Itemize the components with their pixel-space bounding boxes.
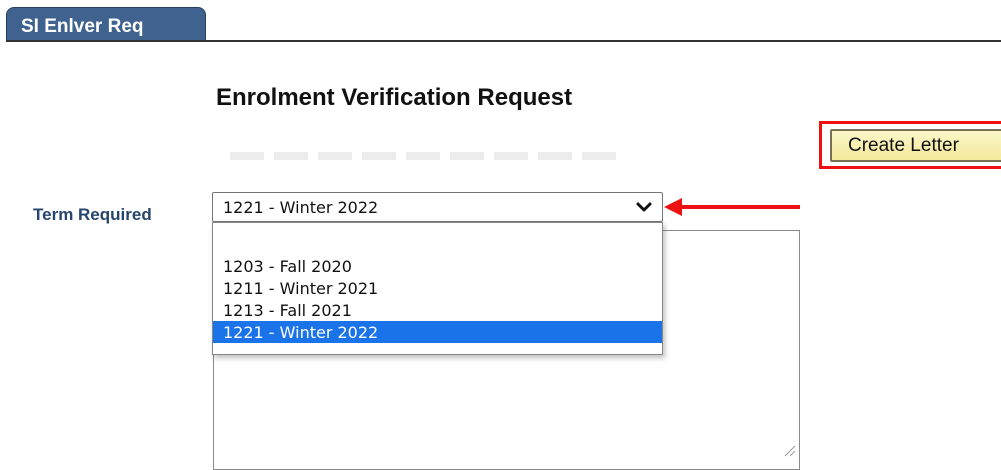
dropdown-option[interactable]: 1211 - Winter 2021 — [213, 277, 662, 299]
chevron-down-icon — [636, 202, 652, 212]
left-arrow-icon — [664, 198, 800, 216]
tab-si-enlver-req[interactable]: SI Enlver Req — [6, 7, 206, 41]
term-select-value: 1221 - Winter 2022 — [223, 198, 379, 217]
dropdown-option-blank[interactable] — [213, 233, 662, 255]
term-required-label: Term Required — [33, 205, 152, 224]
dropdown-option[interactable]: 1203 - Fall 2020 — [213, 255, 662, 277]
resize-grip-icon[interactable] — [782, 443, 796, 457]
dropdown-option-selected[interactable]: 1221 - Winter 2022 — [213, 321, 662, 343]
tab-divider — [6, 40, 1001, 42]
faded-text — [230, 152, 620, 160]
term-select[interactable]: 1221 - Winter 2022 — [212, 192, 663, 222]
tab-label: SI Enlver Req — [21, 16, 144, 37]
create-letter-button[interactable]: Create Letter — [830, 129, 1001, 162]
term-dropdown-list[interactable]: 1203 - Fall 2020 1211 - Winter 2021 1213… — [212, 222, 663, 355]
page-title: Enrolment Verification Request — [216, 84, 573, 111]
dropdown-option[interactable]: 1213 - Fall 2021 — [213, 299, 662, 321]
